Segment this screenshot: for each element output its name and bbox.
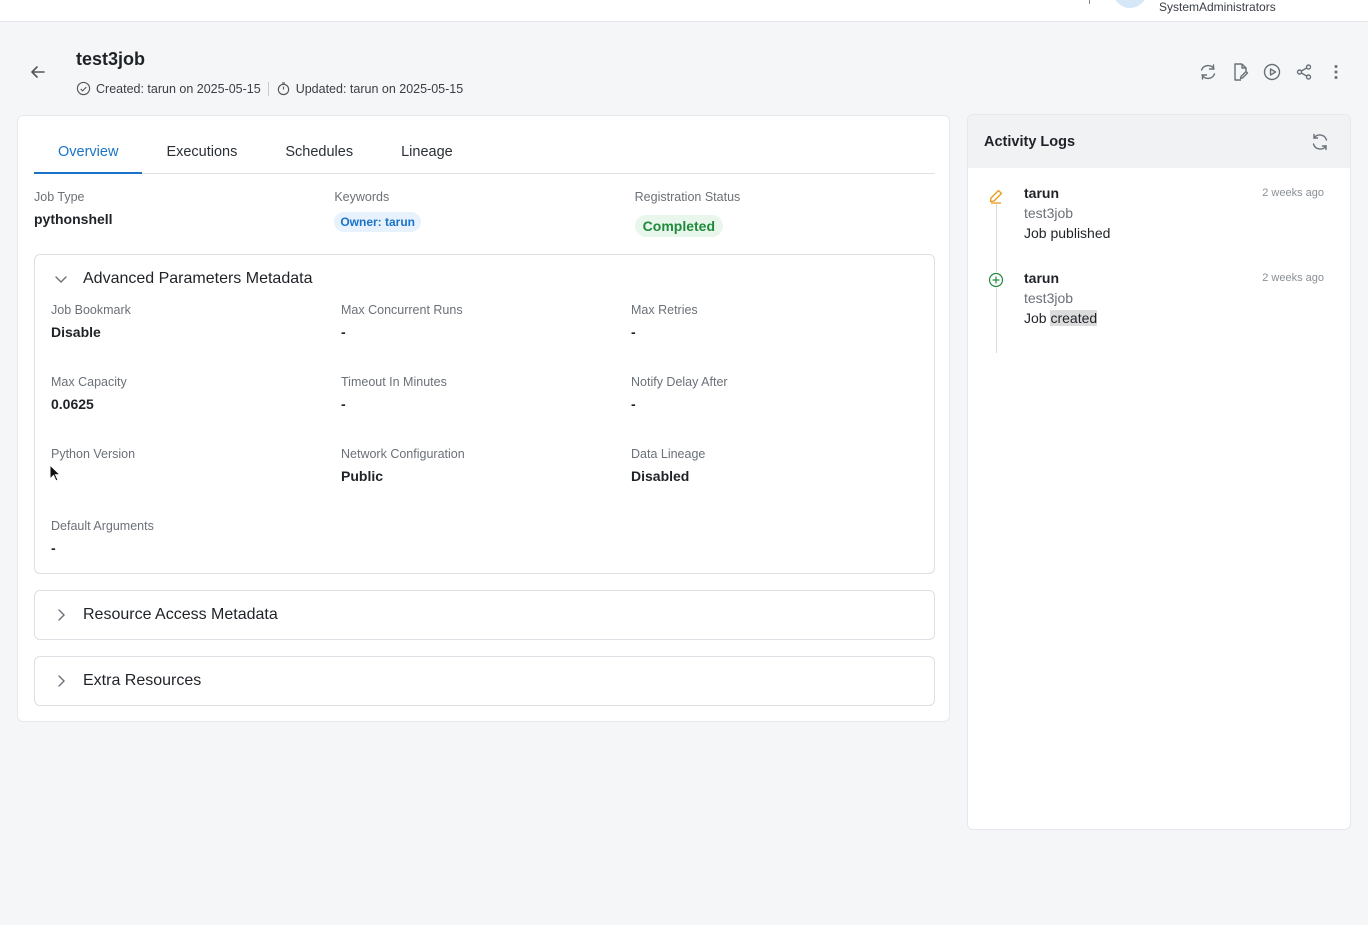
field-notify-delay-after: Notify Delay After -: [631, 375, 921, 447]
log-message-prefix: Job: [1024, 225, 1051, 241]
field-label: Network Configuration: [341, 447, 465, 461]
extra-resources-accordion[interactable]: Extra Resources: [34, 656, 935, 706]
field-value: -: [631, 396, 636, 412]
advanced-parameters-accordion: Advanced Parameters Metadata Job Bookmar…: [34, 254, 935, 574]
field-value: Disable: [51, 324, 101, 340]
field-max-concurrent-runs: Max Concurrent Runs -: [341, 303, 631, 375]
user-role: SystemAdministrators: [1159, 0, 1276, 14]
job-type-label: Job Type: [34, 190, 85, 204]
field-label: Max Capacity: [51, 375, 127, 389]
field-label: Python Version: [51, 447, 136, 461]
field-value: Public: [341, 468, 384, 484]
log-message: Job published: [1024, 225, 1110, 241]
field-label: Timeout In Minutes: [341, 375, 447, 389]
refresh-icon[interactable]: [1310, 132, 1330, 152]
sync-icon[interactable]: [1198, 61, 1218, 83]
activity-logs-title: Activity Logs: [984, 133, 1076, 150]
more-vertical-icon[interactable]: [1326, 61, 1346, 83]
field-label: Data Lineage: [631, 447, 706, 461]
field-label: Max Retries: [631, 303, 698, 317]
job-summary: Job Type pythonshell Keywords Owner: tar…: [34, 190, 935, 237]
topbar-separator: [1089, 0, 1090, 4]
advanced-parameters-title: Advanced Parameters Metadata: [83, 270, 313, 287]
field-value: -: [341, 324, 346, 340]
chevron-right-icon: [53, 607, 69, 623]
registration-status-label: Registration Status: [634, 190, 741, 204]
field-value: 0.0625: [51, 396, 94, 412]
activity-logs-header: Activity Logs: [968, 115, 1350, 168]
log-message-action: published: [1050, 225, 1111, 241]
plus-circle-icon: [988, 272, 1004, 288]
advanced-parameters-header[interactable]: Advanced Parameters Metadata: [35, 255, 934, 303]
header-actions: [1198, 61, 1346, 83]
field-value: -: [631, 324, 636, 340]
back-arrow-icon[interactable]: [28, 62, 48, 82]
log-job[interactable]: test3job: [1024, 205, 1073, 221]
tab-overview[interactable]: Overview: [34, 138, 143, 174]
tab-bar: Overview Executions Schedules Lineage: [34, 138, 935, 174]
log-user: tarun: [1024, 185, 1059, 201]
field-python-version: Python Version: [51, 447, 341, 519]
page-title: test3job: [76, 49, 146, 69]
resource-access-accordion[interactable]: Resource Access Metadata: [34, 590, 935, 640]
status-badge: Completed: [634, 215, 723, 237]
tab-schedules[interactable]: Schedules: [261, 138, 377, 174]
job-type-value: pythonshell: [34, 211, 113, 227]
field-value: Disabled: [631, 468, 690, 484]
field-job-bookmark: Job Bookmark Disable: [51, 303, 341, 375]
log-time: 2 weeks ago: [1262, 187, 1324, 199]
field-network-configuration: Network Configuration Public: [341, 447, 631, 519]
log-message-action: created: [1050, 310, 1098, 326]
chevron-down-icon: [53, 271, 69, 287]
advanced-parameters-grid: Job Bookmark Disable Max Concurrent Runs…: [51, 303, 921, 591]
tab-executions[interactable]: Executions: [142, 138, 261, 174]
log-message-prefix: Job: [1024, 310, 1051, 326]
field-data-lineage: Data Lineage Disabled: [631, 447, 921, 519]
field-max-capacity: Max Capacity 0.0625: [51, 375, 341, 447]
field-max-retries: Max Retries -: [631, 303, 921, 375]
mouse-cursor-icon: [49, 464, 61, 482]
log-time: 2 weeks ago: [1262, 272, 1324, 284]
field-default-arguments: Default Arguments -: [51, 519, 351, 591]
updated-info: Updated: tarun on 2025-05-15: [295, 81, 464, 96]
resource-access-header[interactable]: Resource Access Metadata: [35, 591, 934, 639]
edit-document-icon[interactable]: [1230, 61, 1250, 83]
field-timeout-in-minutes: Timeout In Minutes -: [341, 375, 631, 447]
chevron-right-icon: [53, 673, 69, 689]
extra-resources-title: Extra Resources: [83, 672, 202, 689]
keyword-chip: Owner: tarun: [334, 212, 421, 232]
meta-divider: [267, 81, 269, 96]
field-value: -: [51, 540, 56, 556]
field-label: Job Bookmark: [51, 303, 131, 317]
extra-resources-header[interactable]: Extra Resources: [35, 657, 934, 705]
field-value: -: [341, 396, 346, 412]
avatar[interactable]: [1113, 0, 1147, 8]
edit-icon: [988, 188, 1004, 204]
timer-icon: [277, 82, 289, 96]
log-job[interactable]: test3job: [1024, 290, 1073, 306]
job-details-card: Overview Executions Schedules Lineage Jo…: [17, 115, 950, 722]
field-label: Default Arguments: [51, 519, 154, 533]
keywords-label: Keywords: [334, 190, 390, 204]
log-message: Job created: [1024, 310, 1098, 326]
activity-logs-panel: Activity Logs tarun test3job Job publish…: [967, 114, 1351, 830]
field-label: Notify Delay After: [631, 375, 728, 389]
clock-icon: [76, 81, 91, 96]
top-bar: SystemAdministrators: [0, 0, 1368, 22]
share-icon[interactable]: [1294, 61, 1314, 83]
resource-access-title: Resource Access Metadata: [83, 606, 278, 623]
job-meta: Created: tarun on 2025-05-15 Updated: ta…: [76, 81, 463, 96]
tab-lineage[interactable]: Lineage: [377, 138, 477, 174]
field-label: Max Concurrent Runs: [341, 303, 463, 317]
created-info: Created: tarun on 2025-05-15: [96, 81, 261, 96]
log-user: tarun: [1024, 270, 1059, 286]
run-icon[interactable]: [1262, 61, 1282, 83]
